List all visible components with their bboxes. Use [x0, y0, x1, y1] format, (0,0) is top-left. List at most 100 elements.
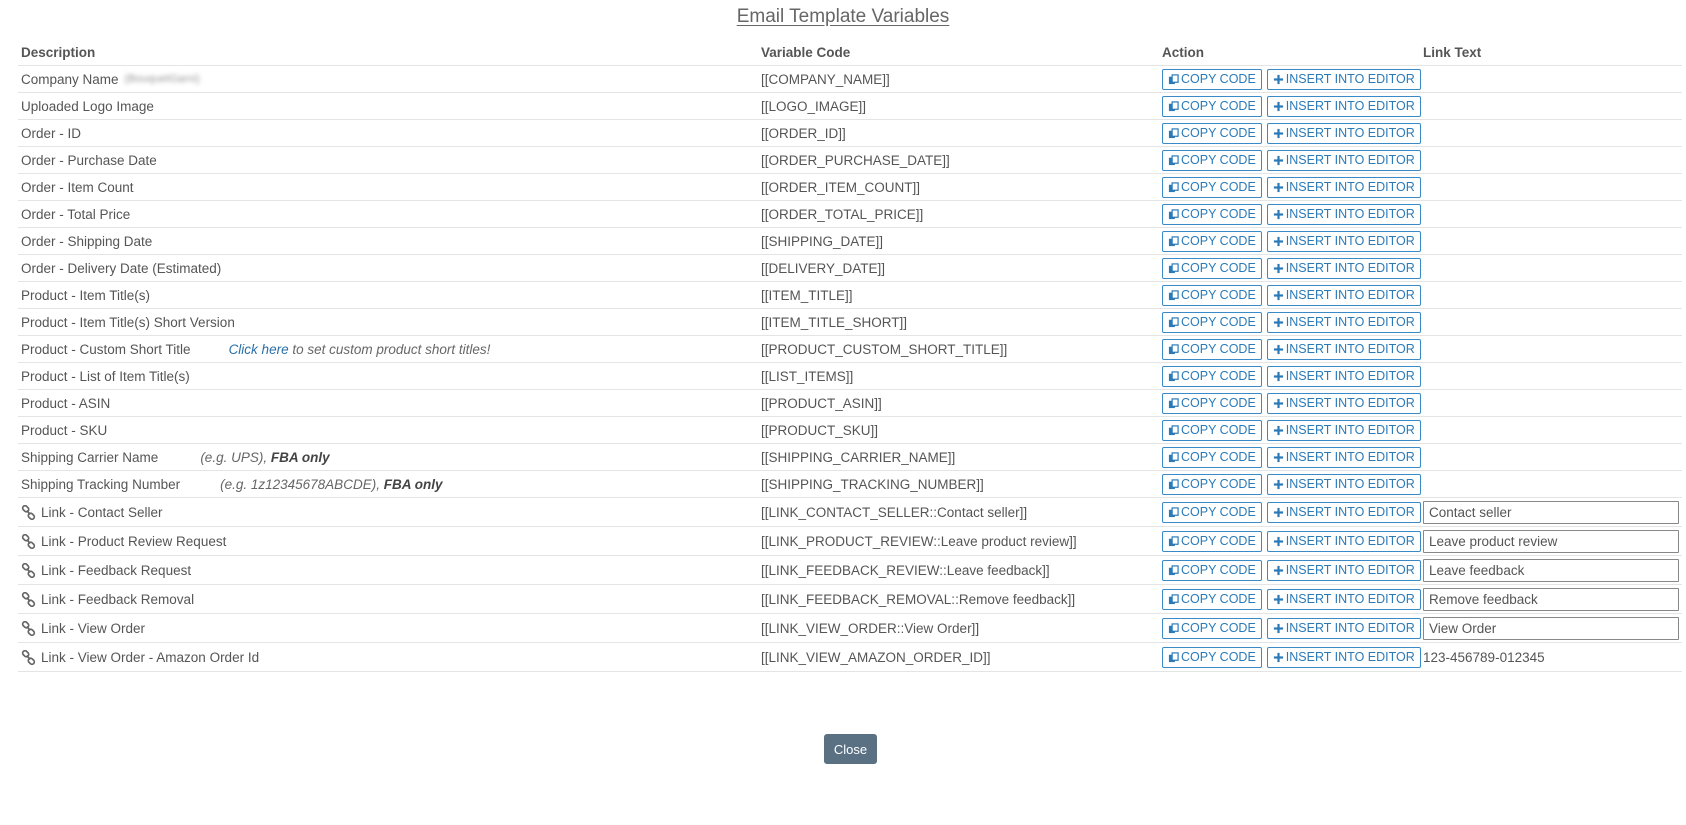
link-text-input[interactable] — [1423, 616, 1679, 640]
row-hint: Click here to set custom product short t… — [229, 342, 491, 357]
copy-code-button[interactable]: COPY CODE — [1162, 446, 1262, 468]
hint-bold: FBA only — [270, 449, 330, 465]
copy-code-button[interactable]: COPY CODE — [1162, 646, 1262, 668]
insert-into-editor-button[interactable]: INSERT INTO EDITOR — [1266, 95, 1421, 117]
custom-short-title-link[interactable]: Click here — [229, 342, 289, 357]
copy-code-button[interactable]: COPY CODE — [1162, 559, 1262, 581]
link-text-cell — [1423, 616, 1682, 640]
insert-into-editor-button[interactable]: INSERT INTO EDITOR — [1266, 617, 1421, 639]
insert-into-editor-button[interactable]: INSERT INTO EDITOR — [1266, 257, 1421, 279]
insert-label: INSERT INTO EDITOR — [1285, 342, 1415, 356]
plus-icon — [1273, 452, 1284, 463]
insert-into-editor-button[interactable]: INSERT INTO EDITOR — [1266, 446, 1421, 468]
description-cell: Product - Item Title(s) — [18, 288, 761, 303]
copy-code-button[interactable]: COPY CODE — [1162, 284, 1262, 306]
copy-code-button[interactable]: COPY CODE — [1162, 501, 1262, 523]
insert-into-editor-button[interactable]: INSERT INTO EDITOR — [1266, 311, 1421, 333]
copy-code-button[interactable]: COPY CODE — [1162, 95, 1262, 117]
copy-code-label: COPY CODE — [1181, 288, 1256, 302]
copy-code-button[interactable]: COPY CODE — [1162, 311, 1262, 333]
insert-into-editor-button[interactable]: INSERT INTO EDITOR — [1266, 122, 1421, 144]
row-hint: (e.g. 1z12345678ABCDE), FBA only — [220, 477, 442, 492]
insert-into-editor-button[interactable]: INSERT INTO EDITOR — [1266, 68, 1421, 90]
link-text-input[interactable] — [1423, 558, 1679, 582]
copy-code-button[interactable]: COPY CODE — [1162, 149, 1262, 171]
insert-into-editor-button[interactable]: INSERT INTO EDITOR — [1266, 149, 1421, 171]
copy-code-button[interactable]: COPY CODE — [1162, 419, 1262, 441]
plus-icon — [1273, 317, 1284, 328]
insert-into-editor-button[interactable]: INSERT INTO EDITOR — [1266, 338, 1421, 360]
insert-into-editor-button[interactable]: INSERT INTO EDITOR — [1266, 392, 1421, 414]
insert-into-editor-button[interactable]: INSERT INTO EDITOR — [1266, 559, 1421, 581]
row-description: Uploaded Logo Image — [21, 98, 154, 114]
copy-code-button[interactable]: COPY CODE — [1162, 530, 1262, 552]
copy-code-button[interactable]: COPY CODE — [1162, 257, 1262, 279]
copy-code-label: COPY CODE — [1181, 563, 1256, 577]
close-button[interactable]: Close — [824, 734, 877, 764]
link-text-input[interactable] — [1423, 500, 1679, 524]
action-cell: COPY CODE INSERT INTO EDITOR — [1162, 530, 1423, 552]
variable-code: [[COMPANY_NAME]] — [761, 71, 890, 87]
row-description: Order - Total Price — [21, 206, 131, 222]
copy-code-button[interactable]: COPY CODE — [1162, 68, 1262, 90]
description-cell: Product - Item Title(s) Short Version — [18, 315, 761, 330]
action-cell: COPY CODE INSERT INTO EDITOR — [1162, 446, 1423, 468]
copy-code-button[interactable]: COPY CODE — [1162, 230, 1262, 252]
copy-code-button[interactable]: COPY CODE — [1162, 365, 1262, 387]
copy-code-button[interactable]: COPY CODE — [1162, 617, 1262, 639]
row-description: Order - ID — [21, 125, 82, 141]
description-cell: Link - Contact Seller — [18, 504, 761, 520]
insert-into-editor-button[interactable]: INSERT INTO EDITOR — [1266, 203, 1421, 225]
copy-code-label: COPY CODE — [1181, 99, 1256, 113]
copy-code-button[interactable]: COPY CODE — [1162, 588, 1262, 610]
plus-icon — [1273, 101, 1284, 112]
plus-icon — [1273, 565, 1284, 576]
plus-icon — [1273, 290, 1284, 301]
copy-code-button[interactable]: COPY CODE — [1162, 473, 1262, 495]
copy-icon — [1168, 451, 1179, 463]
table-row: Order - Shipping Date [[SHIPPING_DATE]] CO… — [18, 228, 1682, 255]
insert-into-editor-button[interactable]: INSERT INTO EDITOR — [1266, 530, 1421, 552]
insert-label: INSERT INTO EDITOR — [1285, 505, 1415, 519]
link-text-cell — [1423, 529, 1682, 553]
link-text-input[interactable] — [1423, 587, 1679, 611]
insert-into-editor-button[interactable]: INSERT INTO EDITOR — [1266, 419, 1421, 441]
link-text-cell — [1423, 558, 1682, 582]
row-description: Link - Contact Seller — [41, 504, 163, 520]
copy-icon — [1168, 622, 1179, 634]
copy-code-button[interactable]: COPY CODE — [1162, 176, 1262, 198]
copy-code-button[interactable]: COPY CODE — [1162, 338, 1262, 360]
table-row: Link - Product Review Request [[LINK_PROD… — [18, 527, 1682, 556]
copy-code-button[interactable]: COPY CODE — [1162, 203, 1262, 225]
insert-label: INSERT INTO EDITOR — [1285, 563, 1415, 577]
copy-code-label: COPY CODE — [1181, 234, 1256, 248]
insert-into-editor-button[interactable]: INSERT INTO EDITOR — [1266, 501, 1421, 523]
copy-icon — [1168, 593, 1179, 605]
description-cell: Product - Custom Short Title Click here t… — [18, 342, 761, 357]
table-row: Link - View Order - Amazon Order Id [[LIN… — [18, 643, 1682, 672]
description-cell: Shipping Tracking Number (e.g. 1z12345678… — [18, 477, 761, 492]
insert-into-editor-button[interactable]: INSERT INTO EDITOR — [1266, 176, 1421, 198]
insert-into-editor-button[interactable]: INSERT INTO EDITOR — [1266, 473, 1421, 495]
insert-into-editor-button[interactable]: INSERT INTO EDITOR — [1266, 365, 1421, 387]
insert-label: INSERT INTO EDITOR — [1285, 126, 1415, 140]
table-header: Description Variable Code Action Link Te… — [18, 40, 1682, 66]
link-text-cell: 123-456789-012345 — [1423, 650, 1682, 665]
plus-icon — [1273, 128, 1284, 139]
link-text-input[interactable] — [1423, 529, 1679, 553]
copy-code-button[interactable]: COPY CODE — [1162, 392, 1262, 414]
insert-into-editor-button[interactable]: INSERT INTO EDITOR — [1266, 588, 1421, 610]
plus-icon — [1273, 236, 1284, 247]
insert-into-editor-button[interactable]: INSERT INTO EDITOR — [1266, 230, 1421, 252]
table-row: Shipping Tracking Number (e.g. 1z12345678… — [18, 471, 1682, 498]
insert-into-editor-button[interactable]: INSERT INTO EDITOR — [1266, 646, 1421, 668]
copy-code-button[interactable]: COPY CODE — [1162, 122, 1262, 144]
variable-code: [[LINK_FEEDBACK_REMOVAL::Remove feedback… — [761, 591, 1076, 607]
table-row: Order - Total Price [[ORDER_TOTAL_PRICE]]… — [18, 201, 1682, 228]
insert-into-editor-button[interactable]: INSERT INTO EDITOR — [1266, 284, 1421, 306]
table-row: Company Name (BouquetGarni) [[COMPANY_NAME… — [18, 66, 1682, 93]
description-cell: Link - Feedback Removal — [18, 591, 761, 607]
row-hint: (e.g. UPS), FBA only — [200, 450, 329, 465]
variable-code: [[PRODUCT_ASIN]] — [761, 395, 882, 411]
variable-code: [[LINK_PRODUCT_REVIEW::Leave product rev… — [761, 533, 1077, 549]
